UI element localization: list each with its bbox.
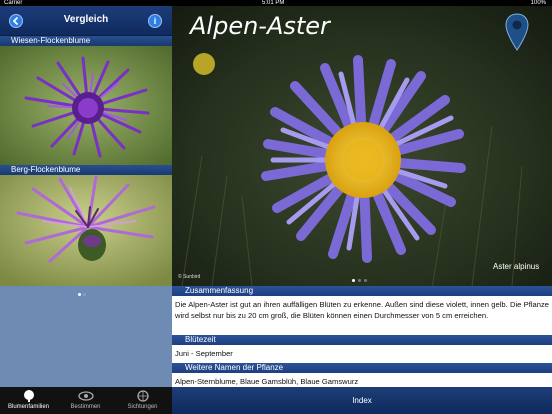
tab-bar: Blumenfamilien Bestimmen Sichtungen <box>0 387 172 414</box>
aster-photo <box>172 6 552 288</box>
photo-wiesen-flockenblume[interactable] <box>0 46 172 165</box>
comparison-nav-bar: Vergleich i <box>0 6 172 36</box>
page-dot <box>83 293 86 296</box>
section-body-bloom: Juni - September <box>172 345 552 363</box>
page-dot <box>358 279 361 282</box>
comparison-page-indicator <box>78 283 94 296</box>
page-dot <box>352 279 355 282</box>
eye-icon <box>77 391 94 401</box>
photo-berg-flockenblume[interactable] <box>0 175 172 286</box>
comparison-panel: Vergleich i Wiesen-Flockenblume Berg-Flo… <box>0 6 172 414</box>
section-heading-summary: Zusammenfassung <box>172 286 552 296</box>
detail-panel: Alpen-Aster Aster alpinus © Sunbird Zusa… <box>172 6 552 414</box>
tab-blumenfamilien[interactable]: Blumenfamilien <box>0 387 57 414</box>
tab-label: Blumenfamilien <box>7 404 50 410</box>
globe-icon <box>136 390 149 402</box>
section-body-summary: Die Alpen-Aster ist gut an ihren auffäll… <box>172 296 552 336</box>
tree-icon <box>23 390 34 402</box>
section-body-names: Alpen-Sternblume, Blaue Gamsblüh, Blaue … <box>172 373 552 387</box>
index-button[interactable]: Index <box>172 387 552 414</box>
latin-name: Aster alpinus <box>493 262 540 271</box>
info-button[interactable]: i <box>148 14 162 28</box>
main-photo[interactable]: Alpen-Aster Aster alpinus © Sunbird <box>172 6 552 288</box>
page-dot <box>364 279 367 282</box>
item-label-wiesen: Wiesen-Flockenblume <box>0 36 172 46</box>
map-pin-icon[interactable] <box>505 13 529 51</box>
section-heading-bloom: Blütezeit <box>172 335 552 345</box>
info-icon: i <box>153 16 157 26</box>
section-heading-names: Weitere Namen der Pflanze <box>172 363 552 373</box>
tab-bestimmen[interactable]: Bestimmen <box>57 387 114 414</box>
page-dot <box>78 293 81 296</box>
nav-title: Vergleich <box>63 14 109 25</box>
tab-label: Bestimmen <box>70 404 101 410</box>
plant-title: Alpen-Aster <box>190 12 330 40</box>
photo-copyright: © Sunbird <box>178 274 201 280</box>
item-label-berg: Berg-Flockenblume <box>0 165 172 175</box>
tab-sichtungen[interactable]: Sichtungen <box>114 387 171 414</box>
tab-label: Sichtungen <box>127 404 158 410</box>
photo-page-indicator <box>352 269 370 287</box>
